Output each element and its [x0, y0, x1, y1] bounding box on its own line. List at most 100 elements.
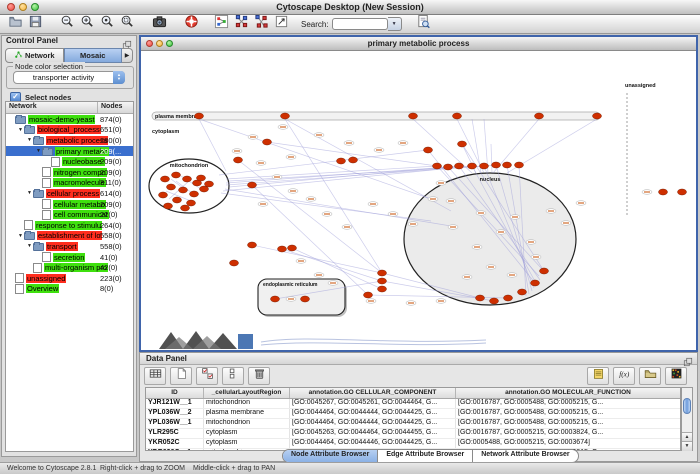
graph-node[interactable] [230, 260, 239, 266]
tree-row[interactable]: multi-organism pro42(0) [6, 262, 133, 273]
disclosure-triangle-icon[interactable]: ▼ [26, 190, 33, 196]
graph-node[interactable] [531, 280, 540, 286]
graph-node[interactable] [444, 164, 453, 170]
graph-node[interactable] [234, 157, 243, 163]
column-header[interactable]: _cellularLayoutRegion [204, 388, 290, 398]
graph-node[interactable] [458, 141, 467, 147]
tree-row[interactable]: cellular metabo209(0) [6, 199, 133, 210]
network-graph[interactable]: plasma membranecytoplasmmitochondrionnuc… [141, 51, 696, 350]
graph-node[interactable] [179, 187, 188, 193]
region-plasma-membrane[interactable] [152, 112, 600, 120]
annotation-button[interactable] [271, 16, 291, 33]
graph-node[interactable] [181, 205, 190, 211]
tree-row[interactable]: mosaic-demo-yeast874(0) [6, 114, 133, 125]
table-row[interactable]: YKR052Ccytoplasm[GO:0044464, GO:0044446,… [146, 439, 680, 449]
graph-node[interactable] [535, 113, 544, 119]
graph-node[interactable] [183, 176, 192, 182]
graph-node[interactable] [248, 182, 257, 188]
search-input[interactable] [332, 18, 388, 30]
graph-node[interactable] [378, 270, 387, 276]
graph-node[interactable] [263, 139, 272, 145]
network-window-titlebar[interactable]: primary metabolic process [141, 37, 696, 51]
layout-two-button[interactable] [251, 16, 271, 33]
tree-row[interactable]: ▼biological_process651(0) [6, 125, 133, 136]
graph-node[interactable] [301, 296, 310, 302]
graph-node[interactable] [164, 203, 173, 209]
graph-node[interactable] [197, 175, 206, 181]
graph-node[interactable] [167, 184, 176, 190]
zoom-fit-button[interactable] [97, 16, 117, 33]
tree-row[interactable]: ▼metabolic process280(0) [6, 135, 133, 146]
select-attributes-button[interactable] [196, 367, 218, 385]
graph-node[interactable] [518, 289, 527, 295]
graph-node[interactable] [248, 242, 257, 248]
graph-node[interactable] [503, 162, 512, 168]
disclosure-triangle-icon[interactable]: ▼ [17, 233, 24, 239]
tab-network-attribute-browser[interactable]: Network Attribute Browser [473, 450, 577, 462]
table-row[interactable]: YPL036W__1mitochondrion[GO:0044464, GO:0… [146, 419, 680, 429]
table-row[interactable]: YLR295Ccytoplasm[GO:0045263, GO:0044464,… [146, 429, 680, 439]
unselect-attributes-button[interactable] [222, 367, 244, 385]
float-panel-icon[interactable] [122, 37, 132, 46]
graph-node[interactable] [349, 157, 358, 163]
table-row[interactable]: YPL036W__2plasma membrane[GO:0044464, GO… [146, 409, 680, 419]
zoom-in-button[interactable] [77, 16, 97, 33]
graph-node[interactable] [161, 176, 170, 182]
disclosure-triangle-icon[interactable]: ▼ [26, 243, 33, 249]
data-panel-float-icon[interactable] [683, 354, 693, 363]
tree-row[interactable]: ▼establishment of lo558(0) [6, 231, 133, 242]
graph-node[interactable] [424, 147, 433, 153]
zoom-selected-button[interactable] [117, 16, 137, 33]
notepad-button[interactable] [587, 367, 609, 385]
graph-node[interactable] [453, 113, 462, 119]
graph-node[interactable] [540, 268, 549, 274]
open-session-button[interactable] [5, 16, 25, 33]
graph-node[interactable] [337, 158, 346, 164]
tree-row[interactable]: ▼transport558(0) [6, 241, 133, 252]
tab-network[interactable]: Network [5, 48, 64, 63]
save-session-button[interactable] [25, 16, 45, 33]
tab-mosaic[interactable]: Mosaic [64, 48, 123, 63]
help-button[interactable] [181, 16, 201, 33]
graph-node[interactable] [504, 295, 513, 301]
snapshot-button[interactable] [149, 16, 169, 33]
graph-node[interactable] [378, 286, 387, 292]
graph-node[interactable] [678, 189, 687, 195]
delete-attribute-button[interactable] [248, 367, 270, 385]
tree-row[interactable]: ▼primary metabo209(... [6, 146, 133, 157]
import-network-button[interactable] [414, 16, 434, 33]
network-overview-button[interactable] [211, 16, 231, 33]
graph-node[interactable] [433, 163, 442, 169]
table-row[interactable]: YJR121W__1mitochondrion[GO:0045267, GO:0… [146, 399, 680, 409]
graph-node[interactable] [288, 245, 297, 251]
tab-node-attribute-browser[interactable]: Node Attribute Browser [283, 450, 378, 462]
tree-row[interactable]: unassigned223(0) [6, 273, 133, 284]
tree-row[interactable]: cell communicat22(0) [6, 209, 133, 220]
graph-node[interactable] [455, 163, 464, 169]
graph-node[interactable] [378, 278, 387, 284]
column-header[interactable]: annotation.GO MOLECULAR_FUNCTION [456, 388, 680, 398]
tree-row[interactable]: ▼cellular process614(0) [6, 188, 133, 199]
graph-node[interactable] [409, 113, 418, 119]
tree-row[interactable]: nucleobase-209(0) [6, 156, 133, 167]
import-attributes-button[interactable] [639, 367, 661, 385]
table-scrollbar[interactable]: ▲ ▼ [681, 387, 693, 451]
search-dropdown-icon[interactable]: ▼ [388, 17, 402, 31]
zoom-out-button[interactable] [57, 16, 77, 33]
tab-edge-attribute-browser[interactable]: Edge Attribute Browser [378, 450, 473, 462]
graph-node[interactable] [159, 192, 168, 198]
tree-column-nodes[interactable]: Nodes [98, 102, 133, 113]
graph-node[interactable] [593, 113, 602, 119]
graph-node[interactable] [190, 191, 199, 197]
graph-node[interactable] [490, 298, 499, 304]
node-color-dropdown[interactable]: transporter activity ▲▼ [13, 71, 125, 84]
graph-node[interactable] [468, 163, 477, 169]
new-attribute-button[interactable] [170, 367, 192, 385]
disclosure-triangle-icon[interactable]: ▼ [26, 137, 33, 143]
column-header[interactable]: annotation.GO CELLULAR_COMPONENT [290, 388, 456, 398]
graph-node[interactable] [173, 197, 182, 203]
layout-one-button[interactable] [231, 16, 251, 33]
tree-row[interactable]: macromolecule311(0) [6, 178, 133, 189]
graph-node[interactable] [278, 246, 287, 252]
scrollbar-thumb[interactable] [683, 398, 691, 414]
